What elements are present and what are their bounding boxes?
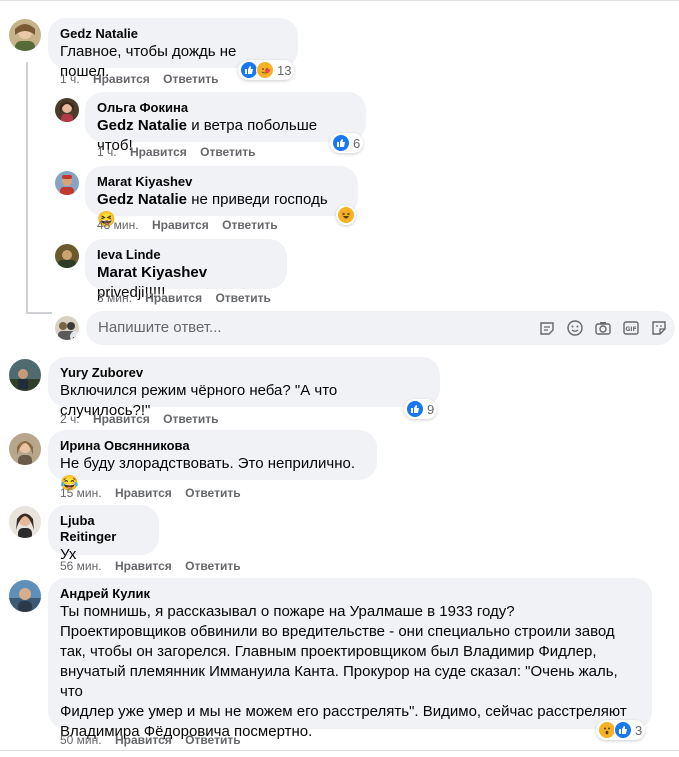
sticker-text-icon[interactable] xyxy=(538,319,556,337)
reply-link[interactable]: Ответить xyxy=(185,486,240,500)
comment-bubble: Ieva Linde Marat Kiyashev privedji!!!!! xyxy=(85,239,287,301)
like-link[interactable]: Нравится xyxy=(115,559,172,573)
comment-meta: 1 ч. Нравится Ответить xyxy=(60,72,229,86)
reply-link[interactable]: Ответить xyxy=(185,559,240,573)
like-link[interactable]: Нравится xyxy=(93,412,150,426)
comment-time[interactable]: 1 ч. xyxy=(60,72,80,86)
avatar[interactable] xyxy=(55,244,79,268)
comment-bubble: Yury Zuborev Включился режим чёрного неб… xyxy=(48,357,440,419)
like-link[interactable]: Нравится xyxy=(130,145,187,159)
avatar[interactable] xyxy=(9,433,41,465)
like-link[interactable]: Нравится xyxy=(152,218,209,232)
gif-icon[interactable]: GIF xyxy=(622,319,640,337)
comment-author[interactable]: Андрей Кулик xyxy=(60,586,640,602)
mention-link[interactable]: Gedz Natalie xyxy=(97,117,187,134)
bottom-divider xyxy=(0,750,679,751)
thread-line xyxy=(26,312,52,314)
comment-text-line: так, чтобы он загорелся. Главным проекти… xyxy=(60,643,597,660)
comment-meta: 15 мин. Нравится Ответить xyxy=(60,486,251,500)
comment-meta: 56 мин. Нравится Ответить xyxy=(60,559,251,573)
chevron-down-icon[interactable] xyxy=(70,331,79,340)
avatar[interactable] xyxy=(9,19,41,51)
reply-link[interactable]: Ответить xyxy=(222,218,277,232)
like-icon xyxy=(406,400,424,418)
reply-link[interactable]: Ответить xyxy=(215,291,270,305)
comment-author[interactable]: Ольга Фокина xyxy=(97,100,354,116)
camera-icon[interactable] xyxy=(594,319,612,337)
emoji-icon[interactable] xyxy=(566,319,584,337)
comment-time[interactable]: 48 мин. xyxy=(97,218,139,232)
avatar[interactable] xyxy=(9,580,41,612)
haha-icon xyxy=(337,206,355,224)
reaction-count: 13 xyxy=(277,62,292,78)
comment-text-line: внучатый племянник Иммануила Канта. Прок… xyxy=(60,663,618,700)
sticker-icon[interactable] xyxy=(650,319,668,337)
comment-author[interactable]: Yury Zuborev xyxy=(60,365,428,381)
comment-meta: 3 мин. Нравится Ответить xyxy=(97,291,281,305)
comment-bubble: Marat Kiyashev Gedz Natalie не приведи г… xyxy=(85,166,358,228)
comment-time[interactable]: 3 мин. xyxy=(97,291,132,305)
comment-author[interactable]: Gedz Natalie xyxy=(60,26,286,42)
care-icon xyxy=(256,61,274,79)
avatar[interactable] xyxy=(9,359,41,391)
avatar[interactable] xyxy=(55,171,79,195)
comment-meta: 50 мин. Нравится Ответить xyxy=(60,733,251,747)
reaction-summary[interactable] xyxy=(336,205,356,225)
comment-time[interactable]: 2 ч. xyxy=(60,412,80,426)
comment-bubble: Андрей Кулик Ты помнишь, я рассказывал о… xyxy=(48,578,652,740)
reaction-summary[interactable]: 13 xyxy=(238,60,295,80)
comment-meta: 2 ч. Нравится Ответить xyxy=(60,412,229,426)
reaction-summary[interactable]: 3 xyxy=(596,720,646,740)
reply-input-placeholder: Напишите ответ... xyxy=(98,319,222,336)
comment-text-line: Ты помнишь, я рассказывал о пожаре на Ур… xyxy=(60,603,515,620)
reaction-count: 6 xyxy=(353,135,361,151)
comment-author[interactable]: Ирина Овсянникова xyxy=(60,438,365,454)
reaction-count: 9 xyxy=(427,401,435,417)
reply-input[interactable]: Напишите ответ... GIF xyxy=(86,311,675,345)
reply-link[interactable]: Ответить xyxy=(200,145,255,159)
current-user-avatar xyxy=(55,316,79,340)
comment-bubble: Ljuba Reitinger Ух xyxy=(48,505,159,563)
comment-time[interactable]: 15 мин. xyxy=(60,486,102,500)
reaction-count: 3 xyxy=(635,722,643,738)
reaction-summary[interactable]: 9 xyxy=(404,399,438,419)
comment-text-line: Фидлер уже умер и мы не можем его расстр… xyxy=(60,703,627,720)
svg-text:GIF: GIF xyxy=(625,326,636,333)
avatar[interactable] xyxy=(55,98,79,122)
comment-bubble: Ирина Овсянникова Не буду злорадствовать… xyxy=(48,430,377,492)
thread-line xyxy=(26,62,28,314)
comment-bubble: Ольга Фокина Gedz Natalie и ветра поболь… xyxy=(85,92,366,154)
comment-time[interactable]: 56 мин. xyxy=(60,559,102,573)
comment-text-line: Проектировщиков обвинили во вредительств… xyxy=(60,623,615,640)
reply-link[interactable]: Ответить xyxy=(185,733,240,747)
comment-author[interactable]: Ieva Linde xyxy=(97,247,275,263)
mention-link[interactable]: Gedz Natalie xyxy=(97,191,187,208)
reply-link[interactable]: Ответить xyxy=(163,72,218,86)
like-link[interactable]: Нравится xyxy=(93,72,150,86)
comment-author[interactable]: Marat Kiyashev xyxy=(97,174,346,190)
comment-time[interactable]: 1 ч. xyxy=(97,145,117,159)
reaction-summary[interactable]: 6 xyxy=(330,133,364,153)
like-icon xyxy=(614,721,632,739)
comment-meta: 1 ч. Нравится Ответить xyxy=(97,145,266,159)
like-icon xyxy=(332,134,350,152)
like-link[interactable]: Нравится xyxy=(115,486,172,500)
mention-link[interactable]: Marat Kiyashev xyxy=(97,264,207,281)
avatar[interactable] xyxy=(9,506,41,538)
top-divider xyxy=(0,0,679,1)
like-link[interactable]: Нравится xyxy=(115,733,172,747)
comment-time[interactable]: 50 мин. xyxy=(60,733,102,747)
like-link[interactable]: Нравится xyxy=(145,291,202,305)
comment-author[interactable]: Ljuba Reitinger xyxy=(60,513,147,545)
comment-meta: 48 мин. Нравится Ответить xyxy=(97,218,288,232)
reply-link[interactable]: Ответить xyxy=(163,412,218,426)
